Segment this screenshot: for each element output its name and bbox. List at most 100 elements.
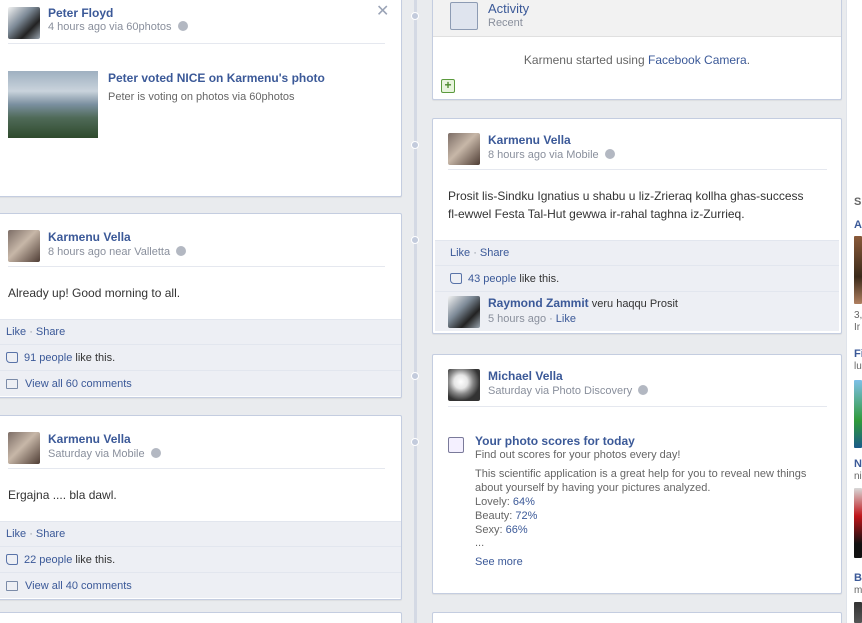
author-name[interactable]: Karmenu Vella bbox=[48, 230, 131, 244]
post-meta: 8 hours ago via Mobile bbox=[488, 149, 615, 161]
activity-story-end: . bbox=[746, 53, 751, 67]
view-comments-link[interactable]: View all 40 comments bbox=[25, 580, 132, 592]
ticker-image[interactable] bbox=[854, 380, 862, 448]
comment-icon bbox=[6, 378, 18, 389]
view-comments-link[interactable]: View all 60 comments bbox=[25, 378, 132, 390]
score-sexy-value: 66% bbox=[505, 524, 528, 536]
post-card-good-morning: Karmenu Vella 8 hours ago near Valletta … bbox=[0, 213, 402, 398]
score-lovely-label: Lovely: bbox=[475, 496, 513, 508]
like-link[interactable]: Like bbox=[450, 247, 470, 259]
likes-suffix: like this. bbox=[516, 272, 560, 285]
score-beauty-label: Beauty: bbox=[475, 510, 516, 522]
app-desc-line-1: This scientific application is a great h… bbox=[475, 468, 807, 480]
post-meta: 4 hours ago via 60photos bbox=[48, 21, 188, 33]
ticker-text: S bbox=[854, 196, 862, 208]
ticker-text[interactable]: A bbox=[854, 219, 862, 231]
score-sexy-label: Sexy: bbox=[475, 524, 506, 536]
score-lovely: Lovely: 64% bbox=[475, 496, 535, 508]
activity-icon bbox=[450, 2, 478, 30]
ticker-text: m bbox=[854, 585, 862, 596]
ticker-image[interactable] bbox=[854, 602, 862, 623]
post-meta-text[interactable]: 4 hours ago via 60photos bbox=[48, 21, 172, 33]
app-icon[interactable] bbox=[448, 437, 464, 453]
activity-story-text: Karmenu started using bbox=[523, 53, 648, 67]
ufi-actions: Like · Share bbox=[0, 319, 401, 344]
author-name[interactable]: Peter Floyd bbox=[48, 6, 113, 20]
author-name[interactable]: Karmenu Vella bbox=[488, 133, 571, 147]
ufi-likes: 91 people like this. bbox=[0, 344, 401, 370]
post-card-partial bbox=[0, 612, 402, 623]
timeline-spine bbox=[414, 0, 417, 623]
ticker-text: ni bbox=[854, 471, 862, 482]
story-title[interactable]: Peter voted NICE on Karmenu's photo bbox=[108, 71, 325, 85]
score-lovely-value: 64% bbox=[512, 496, 535, 508]
photo-thumbnail[interactable] bbox=[8, 71, 98, 138]
comment-text: veru haqqu Prosit bbox=[588, 298, 678, 310]
avatar[interactable] bbox=[8, 432, 40, 464]
post-meta: 8 hours ago near Valletta bbox=[48, 246, 187, 258]
comment-meta: 5 hours ago · Like bbox=[488, 313, 576, 325]
avatar[interactable] bbox=[448, 369, 480, 401]
globe-icon bbox=[150, 448, 161, 458]
facebook-camera-link[interactable]: Facebook Camera bbox=[648, 53, 747, 67]
avatar[interactable] bbox=[8, 230, 40, 262]
author-name[interactable]: Michael Vella bbox=[488, 369, 563, 383]
timeline-dot bbox=[411, 236, 419, 244]
likes-count[interactable]: 91 people bbox=[24, 352, 72, 364]
score-beauty-value: 72% bbox=[515, 510, 538, 522]
post-meta-text[interactable]: 8 hours ago near Valletta bbox=[48, 246, 170, 258]
timeline-dot bbox=[411, 372, 419, 380]
ufi-likes: 43 people like this. bbox=[435, 265, 839, 291]
post-meta-text[interactable]: Saturday via Photo Discovery bbox=[488, 385, 632, 397]
timeline-dot bbox=[411, 438, 419, 446]
avatar[interactable] bbox=[448, 133, 480, 165]
activity-title[interactable]: Activity bbox=[488, 1, 529, 16]
ticker-image[interactable] bbox=[854, 236, 862, 304]
activity-card: Activity Recent Karmenu started using Fa… bbox=[432, 0, 842, 100]
ticker-text[interactable]: Fi bbox=[854, 348, 862, 360]
like-link[interactable]: Like bbox=[6, 326, 26, 338]
add-icon[interactable]: + bbox=[441, 79, 455, 93]
app-subtitle: Find out scores for your photos every da… bbox=[475, 449, 681, 461]
post-card-ergajna: Karmenu Vella Saturday via Mobile Ergajn… bbox=[0, 415, 402, 600]
activity-story: Karmenu started using Facebook Camera. bbox=[433, 53, 841, 67]
ticker-text[interactable]: B bbox=[854, 572, 862, 584]
share-link[interactable]: Share bbox=[36, 528, 65, 540]
author-name[interactable]: Karmenu Vella bbox=[48, 432, 131, 446]
ticker-text[interactable]: N bbox=[854, 458, 862, 470]
likes-suffix: like this. bbox=[72, 351, 116, 364]
dot-separator: · bbox=[549, 313, 553, 325]
comment-time[interactable]: 5 hours ago bbox=[488, 313, 546, 325]
timeline-dot bbox=[411, 141, 419, 149]
ticker-text: Ir bbox=[854, 322, 861, 333]
divider bbox=[8, 468, 385, 469]
share-link[interactable]: Share bbox=[480, 247, 509, 259]
likes-count[interactable]: 43 people bbox=[468, 273, 516, 285]
likes-suffix: like this. bbox=[72, 553, 116, 566]
share-link[interactable]: Share bbox=[36, 326, 65, 338]
dot-separator: · bbox=[29, 326, 33, 338]
post-card-partial bbox=[432, 612, 842, 623]
likes-count[interactable]: 22 people bbox=[24, 554, 72, 566]
app-title[interactable]: Your photo scores for today bbox=[475, 434, 635, 448]
see-more-link[interactable]: See more bbox=[475, 556, 523, 568]
globe-icon bbox=[638, 385, 649, 395]
globe-icon bbox=[604, 149, 615, 159]
like-link[interactable]: Like bbox=[6, 528, 26, 540]
globe-icon bbox=[176, 246, 187, 256]
commenter-name[interactable]: Raymond Zammit bbox=[488, 296, 589, 310]
ufi-actions: Like · Share bbox=[435, 240, 839, 265]
app-desc-line-2: about yourself by having your pictures a… bbox=[475, 482, 711, 494]
close-icon[interactable]: ✕ bbox=[376, 1, 389, 21]
avatar[interactable] bbox=[8, 7, 40, 39]
post-meta-text[interactable]: Saturday via Mobile bbox=[48, 448, 145, 460]
ticker-image[interactable] bbox=[854, 488, 862, 558]
post-text-line-1: Prosit lis-Sindku Ignatius u shabu u liz… bbox=[448, 189, 804, 203]
commenter-avatar[interactable] bbox=[448, 296, 480, 328]
activity-subtitle: Recent bbox=[488, 17, 523, 29]
post-meta-text[interactable]: 8 hours ago via Mobile bbox=[488, 149, 599, 161]
divider bbox=[448, 406, 827, 407]
thumbs-up-icon bbox=[450, 273, 462, 284]
thumbs-up-icon bbox=[6, 352, 18, 363]
comment-like-link[interactable]: Like bbox=[556, 313, 576, 325]
